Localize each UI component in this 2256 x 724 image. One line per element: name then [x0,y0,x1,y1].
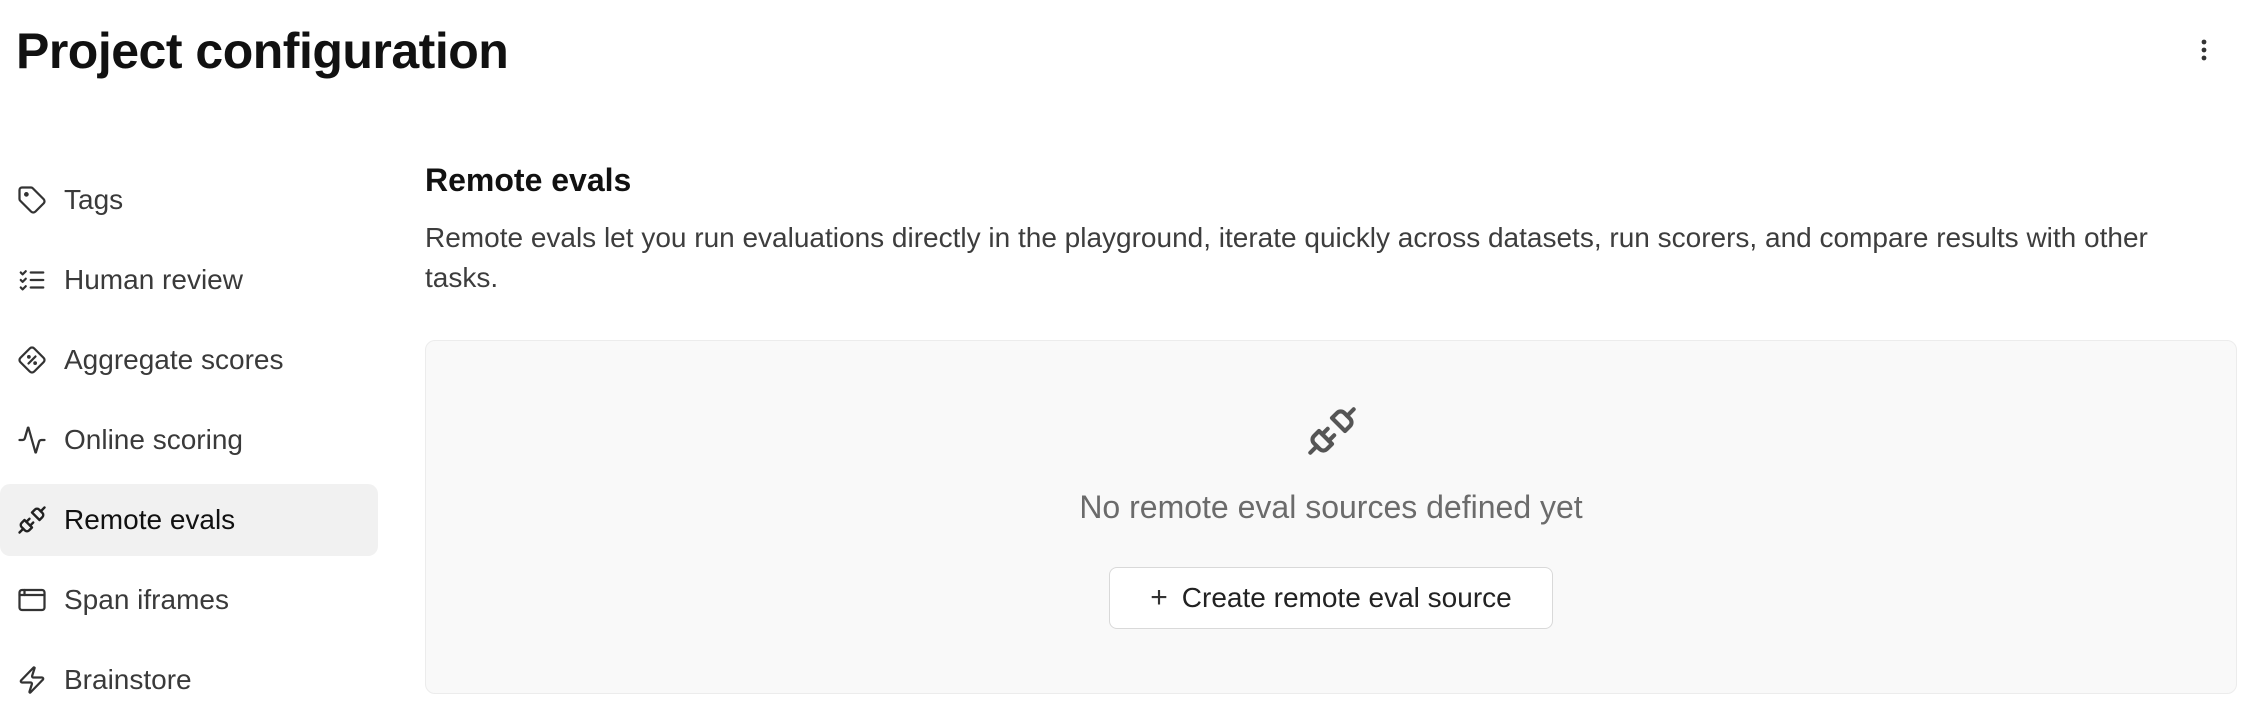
more-options-button[interactable] [2184,32,2224,72]
settings-sidebar: Tags Human review Aggregate scores Onlin… [0,164,378,724]
sidebar-item-label: Online scoring [64,424,243,455]
tag-icon [16,184,48,216]
create-button-label: Create remote eval source [1181,582,1512,613]
empty-state-message: No remote eval sources defined yet [1079,489,1583,525]
empty-state-panel: No remote eval sources defined yet + Cre… [425,340,2237,694]
sidebar-item-label: Aggregate scores [64,344,284,375]
more-vertical-icon [2201,39,2207,66]
sidebar-item-label: Remote evals [64,504,236,535]
unplug-icon [1306,405,1358,457]
create-remote-eval-source-button[interactable]: + Create remote eval source [1109,567,1553,629]
section-description: Remote evals let you run evaluations dir… [425,222,2148,293]
section-title: Remote evals [425,162,632,198]
diamond-percent-icon [16,344,48,376]
page-title: Project configuration [16,23,509,79]
sidebar-item-label: Span iframes [64,584,229,615]
sidebar-item-human-review[interactable]: Human review [0,244,378,316]
unplug-icon [16,504,48,536]
sidebar-item-span-iframes[interactable]: Span iframes [0,564,378,636]
app-window-icon [16,584,48,616]
sidebar-item-tags[interactable]: Tags [0,164,378,236]
zap-icon [16,664,48,696]
sidebar-item-label: Brainstore [64,664,192,695]
list-checks-icon [16,264,48,296]
sidebar-item-brainstore[interactable]: Brainstore [0,644,378,716]
plus-icon: + [1150,581,1168,614]
activity-icon [16,424,48,456]
project-configuration-page: Project configuration Tags Human review … [0,0,2256,724]
sidebar-item-label: Human review [64,264,243,295]
sidebar-item-aggregate-scores[interactable]: Aggregate scores [0,324,378,396]
sidebar-item-remote-evals[interactable]: Remote evals [0,484,378,556]
sidebar-item-online-scoring[interactable]: Online scoring [0,404,378,476]
sidebar-item-label: Tags [64,184,124,215]
remote-evals-section: Remote evals Remote evals let you run ev… [425,158,2240,694]
